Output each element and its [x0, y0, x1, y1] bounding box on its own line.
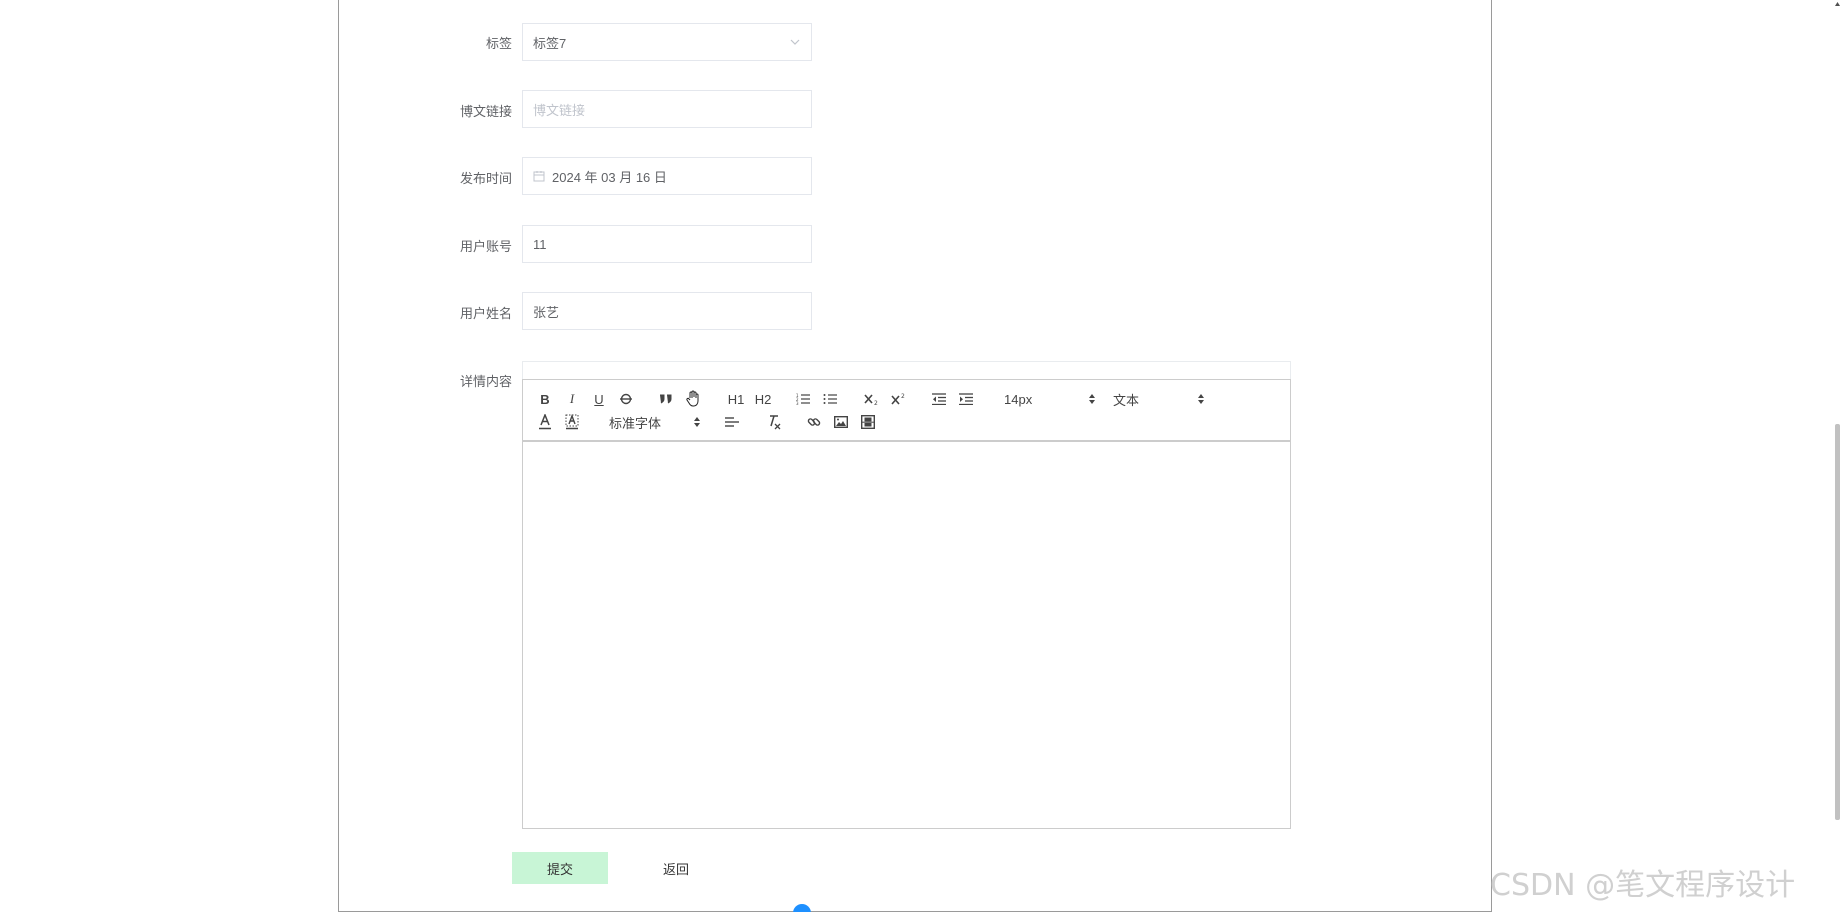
link-icon[interactable] — [806, 413, 822, 431]
scrollbar-thumb[interactable] — [1835, 424, 1840, 820]
calendar-icon — [533, 171, 545, 182]
tag-label: 标签 — [485, 36, 512, 51]
h1-icon[interactable]: H1 — [726, 390, 746, 408]
user-name-input[interactable]: 张艺 — [522, 292, 812, 330]
background-color-icon[interactable] — [564, 413, 580, 431]
bullet-list-icon[interactable] — [822, 390, 838, 408]
font-family-select[interactable]: 标准字体 — [609, 413, 701, 431]
font-size-value: 14px — [1004, 391, 1033, 407]
code-block-icon[interactable] — [685, 390, 703, 408]
italic-icon[interactable]: I — [564, 390, 580, 408]
editor-content-area[interactable] — [522, 441, 1291, 829]
user-account-value: 11 — [533, 236, 547, 252]
watermark: CSDN @笔文程序设计 — [1490, 868, 1796, 903]
clean-icon[interactable] — [766, 413, 782, 431]
header-select-value: 文本 — [1113, 392, 1140, 408]
updown-icon — [1089, 394, 1095, 404]
blog-link-label: 博文链接 — [459, 104, 512, 119]
publish-time-label: 发布时间 — [459, 171, 512, 186]
updown-icon — [694, 417, 700, 427]
user-account-input[interactable]: 11 — [522, 225, 812, 263]
publish-time-value: 2024 年 03 月 16 日 — [552, 169, 667, 185]
user-name-value: 张艺 — [533, 304, 560, 320]
superscript-icon[interactable]: 2 — [890, 390, 908, 408]
tag-select[interactable]: 标签7 — [522, 23, 812, 61]
back-button[interactable]: 返回 — [628, 852, 724, 884]
chevron-down-icon — [790, 39, 800, 45]
outdent-icon[interactable] — [931, 390, 947, 408]
underline-icon[interactable]: U — [591, 390, 607, 408]
subscript-icon[interactable]: 2 — [863, 390, 881, 408]
ordered-list-icon[interactable]: 123 — [795, 390, 811, 408]
blockquote-icon[interactable] — [658, 390, 674, 408]
svg-text:3: 3 — [796, 401, 799, 405]
align-icon[interactable] — [724, 413, 740, 431]
tag-select-value: 标签7 — [533, 35, 567, 51]
font-family-value: 标准字体 — [609, 415, 662, 431]
rich-text-editor: B I U H1 H2 123 2 2 14px 文本 标准字体 — [522, 361, 1291, 829]
image-icon[interactable] — [833, 413, 849, 431]
blog-link-placeholder: 博文链接 — [533, 102, 586, 118]
h2-icon[interactable]: H2 — [753, 390, 773, 408]
svg-text:2: 2 — [874, 400, 878, 406]
svg-text:2: 2 — [901, 393, 905, 400]
font-color-icon[interactable] — [537, 413, 553, 431]
page: 标签 标签7 博文链接 博文链接 发布时间 2024 年 03 月 16 日 用… — [0, 0, 1841, 912]
updown-icon — [1198, 394, 1204, 404]
user-account-label: 用户账号 — [459, 239, 512, 254]
indent-icon[interactable] — [958, 390, 974, 408]
submit-button[interactable]: 提交 — [512, 852, 608, 884]
blog-link-input[interactable]: 博文链接 — [522, 90, 812, 128]
publish-time-picker[interactable]: 2024 年 03 月 16 日 — [522, 157, 812, 195]
font-size-select[interactable]: 14px — [1004, 390, 1096, 408]
detail-label: 详情内容 — [459, 374, 512, 389]
bold-icon[interactable]: B — [537, 390, 553, 408]
editor-top-line — [522, 361, 1291, 379]
editor-toolbar: B I U H1 H2 123 2 2 14px 文本 标准字体 — [522, 379, 1291, 441]
scroll-up-arrow-icon[interactable] — [1834, 0, 1841, 8]
video-icon[interactable] — [860, 413, 876, 431]
user-name-label: 用户姓名 — [459, 306, 512, 321]
header-select[interactable]: 文本 — [1113, 390, 1205, 408]
strike-icon[interactable] — [618, 390, 634, 408]
